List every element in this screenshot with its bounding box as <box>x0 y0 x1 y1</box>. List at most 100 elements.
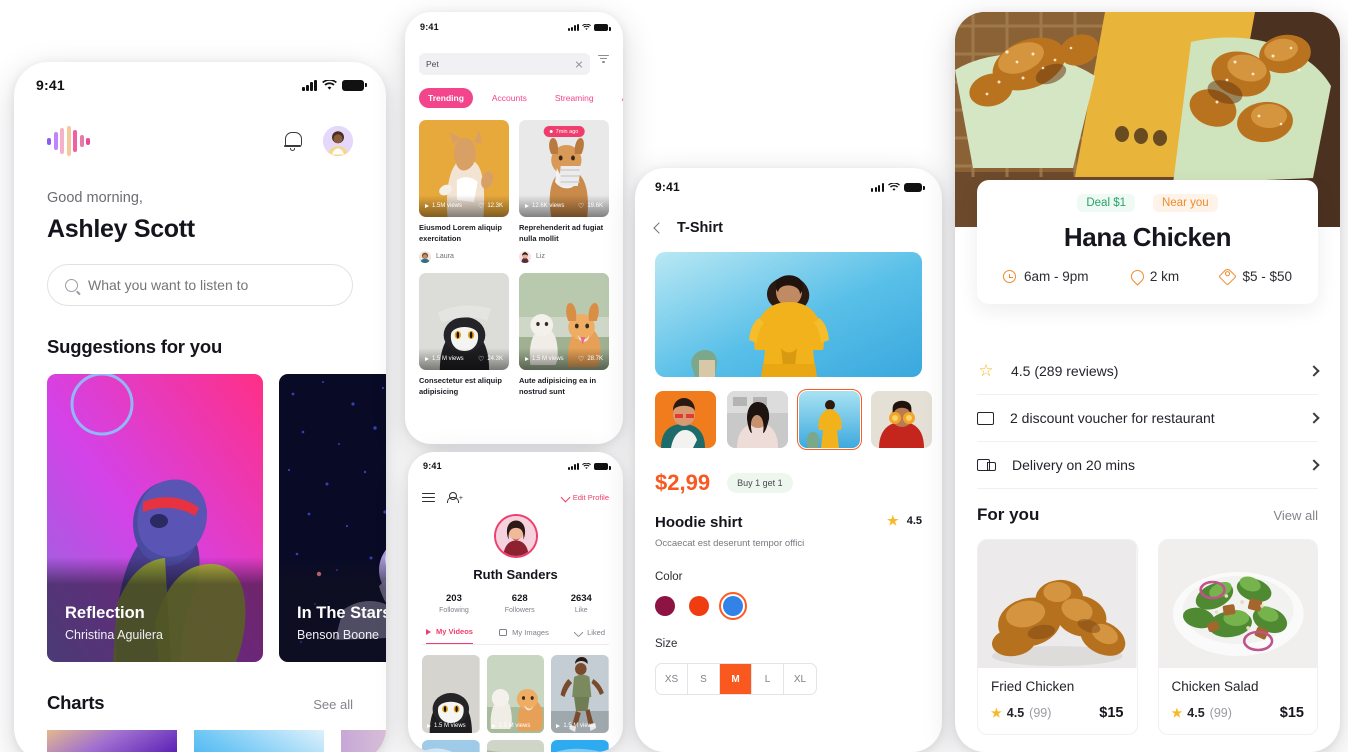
size-s[interactable]: S <box>688 664 720 694</box>
color-swatch-maroon[interactable] <box>655 596 675 616</box>
color-swatch-blue-selected[interactable] <box>719 592 747 620</box>
tab-accounts[interactable]: Accounts <box>483 88 536 108</box>
image-icon <box>499 628 508 636</box>
video-author[interactable]: Laura <box>419 250 509 263</box>
tab-my-videos[interactable]: My Videos <box>426 627 473 644</box>
like-count: ♡ 24.3K <box>478 355 503 363</box>
edit-profile-button[interactable]: Edit Profile <box>560 492 609 503</box>
profile-video-cell[interactable] <box>422 740 480 752</box>
play-icon <box>426 628 431 635</box>
row-delivery[interactable]: Delivery on 20 mins <box>977 442 1320 489</box>
video-thumbnail[interactable]: 7min ago 12.6K views ♡ 19.6K <box>519 120 609 217</box>
filter-icon[interactable] <box>598 54 609 63</box>
chevron-right-icon <box>1308 412 1320 424</box>
color-label: Color <box>655 571 683 583</box>
suggestion-artist: Christina Aguilera <box>65 628 163 642</box>
product-thumbnail[interactable] <box>871 391 932 448</box>
food-item-image <box>978 540 1137 668</box>
color-swatches <box>655 592 922 620</box>
close-icon[interactable] <box>575 60 583 68</box>
size-xl[interactable]: XL <box>784 664 816 694</box>
star-icon: ★ <box>887 513 899 528</box>
search-bar[interactable] <box>47 264 353 306</box>
profile-video-cell[interactable] <box>551 740 609 752</box>
video-author[interactable]: Liz <box>519 250 609 263</box>
chart-card[interactable] <box>341 730 386 752</box>
star-icon: ★ <box>1171 706 1183 720</box>
search-input[interactable] <box>88 277 335 293</box>
stat-following: 203 Following <box>439 593 469 614</box>
profile-video-cell[interactable] <box>486 740 545 752</box>
product-header: T-Shirt <box>653 220 922 236</box>
product-thumbnail-selected[interactable] <box>796 388 863 451</box>
product-thumbnail[interactable] <box>727 391 788 448</box>
suggestions-title: Suggestions for you <box>47 336 223 357</box>
view-all-link[interactable]: View all <box>1273 508 1318 523</box>
charts-see-all-link[interactable]: See all <box>313 697 353 712</box>
suggestion-card[interactable]: In The Stars Benson Boone <box>279 374 386 662</box>
restaurant-meta: 6am - 9pm 2 km $5 - $50 <box>995 267 1300 286</box>
status-icons <box>302 79 367 91</box>
promo-badge: Buy 1 get 1 <box>727 473 793 493</box>
row-reviews[interactable]: ☆ 4.5 (289 reviews) <box>977 347 1320 395</box>
profile-video-grid: 1.5 M views 1.5 M views 1.5 M views <box>422 655 609 752</box>
video-card[interactable]: 1.5 M views ♡ 28.7K Aute adipisicing ea i… <box>519 272 609 398</box>
meta-hours: 6am - 9pm <box>1003 269 1089 284</box>
star-outline-icon: ☆ <box>978 361 994 380</box>
tab-my-images[interactable]: My Images <box>499 627 549 644</box>
meta-distance: 2 km <box>1131 269 1179 284</box>
chart-card[interactable] <box>194 730 324 752</box>
video-thumbnail[interactable]: 1.5 M views ♡ 28.7K <box>519 272 609 370</box>
video-card[interactable]: 1.5 M views ♡ 24.3K Consectetur est aliqu… <box>419 272 509 398</box>
video-thumbnail[interactable]: 1.5 M views ♡ 24.3K <box>419 272 509 370</box>
profile-tab-bar: My Videos My Images Liked <box>422 627 609 645</box>
size-xs[interactable]: XS <box>656 664 688 694</box>
video-card[interactable]: 7min ago 12.6K views ♡ 19.6K Reprehenderi… <box>519 120 609 263</box>
video-thumbnail[interactable]: 1.5M views ♡ 12.3K <box>419 120 509 217</box>
stat-followers: 628 Followers <box>504 593 535 614</box>
cellular-bars-icon <box>871 182 884 192</box>
wifi-icon <box>888 182 900 191</box>
add-user-icon[interactable]: + <box>447 492 463 503</box>
tab-streaming[interactable]: Streaming <box>546 88 603 108</box>
profile-video-cell[interactable]: 1.5 M views <box>551 655 609 733</box>
avatar[interactable] <box>493 514 538 558</box>
video-grid: 1.5M views ♡ 12.3K Eiusmod Lorem aliquip … <box>419 120 609 398</box>
profile-video-cell[interactable]: 1.5 M views <box>422 655 480 733</box>
chevron-left-icon[interactable] <box>653 222 665 234</box>
tab-liked[interactable]: Liked <box>573 627 605 644</box>
for-you-header: For you View all <box>955 505 1340 525</box>
profile-name: Ruth Sanders <box>473 567 558 582</box>
product-hero-image[interactable] <box>655 252 922 377</box>
avatar[interactable] <box>323 126 353 156</box>
product-thumbnail[interactable] <box>655 391 716 448</box>
color-swatch-red[interactable] <box>689 596 709 616</box>
chart-card[interactable] <box>47 730 177 752</box>
hamburger-menu-icon[interactable] <box>422 493 435 502</box>
restaurant-detail-list: ☆ 4.5 (289 reviews) 2 discount voucher f… <box>955 347 1340 489</box>
food-item-card[interactable]: Fried Chicken ★ 4.5 (99) $15 <box>977 539 1138 735</box>
video-card[interactable]: 1.5M views ♡ 12.3K Eiusmod Lorem aliquip … <box>419 120 509 263</box>
star-icon: ★ <box>991 706 1002 720</box>
search-input[interactable]: Pet <box>419 53 590 75</box>
status-bar: 9:41 <box>635 168 942 206</box>
wifi-icon <box>582 23 591 30</box>
row-vouchers[interactable]: 2 discount voucher for restaurant <box>977 395 1320 442</box>
product-name: Hoodie shirt <box>655 514 743 531</box>
status-time: 9:41 <box>420 22 439 32</box>
tab-trending[interactable]: Trending <box>419 88 473 108</box>
food-item-price: $15 <box>1279 705 1304 721</box>
search-row: Pet <box>419 42 609 75</box>
notification-bell-icon[interactable] <box>284 131 302 151</box>
size-l[interactable]: L <box>752 664 784 694</box>
food-item-card[interactable]: Chicken Salad ★ 4.5 (99) $15 <box>1157 539 1318 735</box>
size-m-selected[interactable]: M <box>720 664 752 694</box>
deal-badge: Deal $1 <box>1077 194 1135 212</box>
suggestion-card[interactable]: Reflection Christina Aguilera <box>47 374 263 662</box>
for-you-title: For you <box>977 505 1040 524</box>
tab-audio[interactable]: Audio <box>613 88 623 108</box>
profile-video-cell[interactable]: 1.5 M views <box>486 655 545 733</box>
cellular-bars-icon <box>302 79 317 91</box>
view-count: 1.5M views <box>425 203 462 209</box>
music-header <box>47 126 353 156</box>
